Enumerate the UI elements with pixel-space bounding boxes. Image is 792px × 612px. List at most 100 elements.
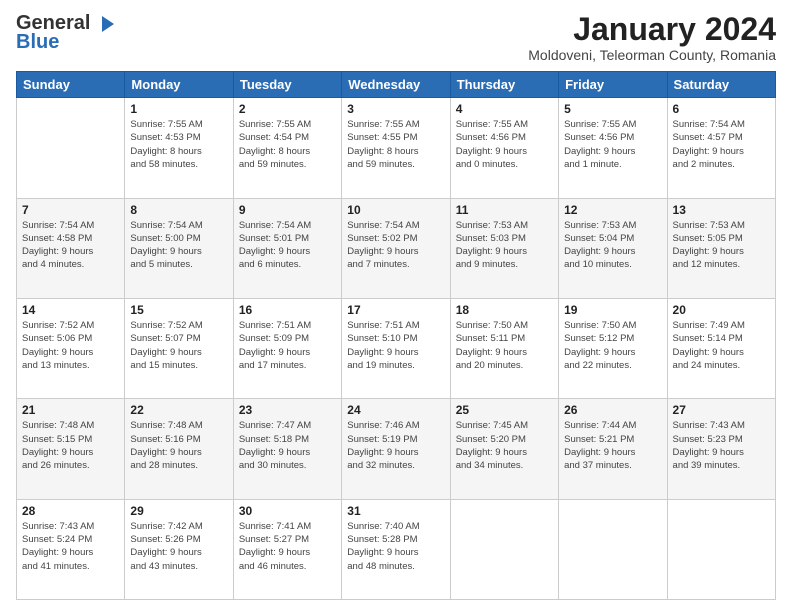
table-row: 22 Sunrise: 7:48 AM Sunset: 5:16 PM Dayli… [125, 399, 233, 499]
table-row: 11Sunrise: 7:53 AM Sunset: 5:03 PM Dayli… [450, 198, 558, 298]
day-info: Sunrise: 7:44 AM Sunset: 5:21 PM Dayligh… [564, 419, 661, 472]
calendar-week-row: 21Sunrise: 7:48 AM Sunset: 5:15 PM Dayli… [17, 399, 776, 499]
table-row: 7 Sunrise: 7:54 AM Sunset: 4:58 PM Daylig… [17, 198, 125, 298]
day-number: 26 [564, 403, 661, 417]
table-row: 29 Sunrise: 7:42 AM Sunset: 5:26 PM Dayli… [125, 499, 233, 599]
day-number: 31 [347, 504, 444, 518]
day-number: 27 [673, 403, 770, 417]
day-number: 9 [239, 203, 336, 217]
day-number: 4 [456, 102, 553, 116]
header-sunday: Sunday [17, 72, 125, 98]
day-info: Sunrise: 7:45 AM Sunset: 5:20 PM Dayligh… [456, 419, 553, 472]
day-info: Sunrise: 7:54 AM Sunset: 5:02 PM Dayligh… [347, 219, 444, 272]
header: General Blue January 2024 Moldoveni, Tel… [16, 12, 776, 63]
day-info: Sunrise: 7:52 AM Sunset: 5:06 PM Dayligh… [22, 319, 119, 372]
table-row: 1 Sunrise: 7:55 AM Sunset: 4:53 PM Daylig… [125, 98, 233, 198]
table-row: 6Sunrise: 7:54 AM Sunset: 4:57 PM Daylig… [667, 98, 775, 198]
calendar-week-row: 1 Sunrise: 7:55 AM Sunset: 4:53 PM Daylig… [17, 98, 776, 198]
header-saturday: Saturday [667, 72, 775, 98]
day-info: Sunrise: 7:48 AM Sunset: 5:16 PM Dayligh… [130, 419, 227, 472]
calendar-week-row: 14 Sunrise: 7:52 AM Sunset: 5:06 PM Dayli… [17, 298, 776, 398]
day-number: 20 [673, 303, 770, 317]
day-info: Sunrise: 7:42 AM Sunset: 5:26 PM Dayligh… [130, 520, 227, 573]
day-info: Sunrise: 7:55 AM Sunset: 4:53 PM Dayligh… [130, 118, 227, 171]
header-wednesday: Wednesday [342, 72, 450, 98]
day-number: 1 [130, 102, 227, 116]
day-number: 7 [22, 203, 119, 217]
day-info: Sunrise: 7:43 AM Sunset: 5:24 PM Dayligh… [22, 520, 119, 573]
day-number: 18 [456, 303, 553, 317]
table-row: 15 Sunrise: 7:52 AM Sunset: 5:07 PM Dayli… [125, 298, 233, 398]
table-row: 10 Sunrise: 7:54 AM Sunset: 5:02 PM Dayli… [342, 198, 450, 298]
table-row: 24Sunrise: 7:46 AM Sunset: 5:19 PM Dayli… [342, 399, 450, 499]
table-row: 9 Sunrise: 7:54 AM Sunset: 5:01 PM Daylig… [233, 198, 341, 298]
day-info: Sunrise: 7:53 AM Sunset: 5:04 PM Dayligh… [564, 219, 661, 272]
table-row: 17 Sunrise: 7:51 AM Sunset: 5:10 PM Dayli… [342, 298, 450, 398]
day-number: 3 [347, 102, 444, 116]
table-row: 19 Sunrise: 7:50 AM Sunset: 5:12 PM Dayli… [559, 298, 667, 398]
table-row [559, 499, 667, 599]
logo: General Blue [16, 12, 114, 54]
day-info: Sunrise: 7:52 AM Sunset: 5:07 PM Dayligh… [130, 319, 227, 372]
table-row [17, 98, 125, 198]
day-number: 2 [239, 102, 336, 116]
calendar-week-row: 28 Sunrise: 7:43 AM Sunset: 5:24 PM Dayli… [17, 499, 776, 599]
table-row: 20Sunrise: 7:49 AM Sunset: 5:14 PM Dayli… [667, 298, 775, 398]
day-number: 23 [239, 403, 336, 417]
weekday-header-row: Sunday Monday Tuesday Wednesday Thursday… [17, 72, 776, 98]
day-number: 13 [673, 203, 770, 217]
table-row: 8Sunrise: 7:54 AM Sunset: 5:00 PM Daylig… [125, 198, 233, 298]
day-number: 5 [564, 102, 661, 116]
table-row: 30Sunrise: 7:41 AM Sunset: 5:27 PM Dayli… [233, 499, 341, 599]
table-row: 13 Sunrise: 7:53 AM Sunset: 5:05 PM Dayli… [667, 198, 775, 298]
logo-icon [92, 16, 114, 32]
day-number: 28 [22, 504, 119, 518]
day-info: Sunrise: 7:53 AM Sunset: 5:05 PM Dayligh… [673, 219, 770, 272]
table-row: 21Sunrise: 7:48 AM Sunset: 5:15 PM Dayli… [17, 399, 125, 499]
day-info: Sunrise: 7:54 AM Sunset: 5:01 PM Dayligh… [239, 219, 336, 272]
header-thursday: Thursday [450, 72, 558, 98]
table-row: 18 Sunrise: 7:50 AM Sunset: 5:11 PM Dayli… [450, 298, 558, 398]
day-number: 12 [564, 203, 661, 217]
day-info: Sunrise: 7:53 AM Sunset: 5:03 PM Dayligh… [456, 219, 553, 272]
day-info: Sunrise: 7:55 AM Sunset: 4:56 PM Dayligh… [456, 118, 553, 171]
table-row: 14 Sunrise: 7:52 AM Sunset: 5:06 PM Dayli… [17, 298, 125, 398]
day-info: Sunrise: 7:55 AM Sunset: 4:55 PM Dayligh… [347, 118, 444, 171]
table-row: 23 Sunrise: 7:47 AM Sunset: 5:18 PM Dayli… [233, 399, 341, 499]
day-number: 14 [22, 303, 119, 317]
day-number: 15 [130, 303, 227, 317]
table-row: 27Sunrise: 7:43 AM Sunset: 5:23 PM Dayli… [667, 399, 775, 499]
day-info: Sunrise: 7:54 AM Sunset: 5:00 PM Dayligh… [130, 219, 227, 272]
table-row: 31 Sunrise: 7:40 AM Sunset: 5:28 PM Dayli… [342, 499, 450, 599]
day-number: 29 [130, 504, 227, 518]
day-info: Sunrise: 7:46 AM Sunset: 5:19 PM Dayligh… [347, 419, 444, 472]
table-row [667, 499, 775, 599]
day-number: 22 [130, 403, 227, 417]
header-friday: Friday [559, 72, 667, 98]
day-number: 10 [347, 203, 444, 217]
day-info: Sunrise: 7:40 AM Sunset: 5:28 PM Dayligh… [347, 520, 444, 573]
page: General Blue January 2024 Moldoveni, Tel… [0, 0, 792, 612]
day-info: Sunrise: 7:51 AM Sunset: 5:10 PM Dayligh… [347, 319, 444, 372]
day-number: 17 [347, 303, 444, 317]
day-info: Sunrise: 7:54 AM Sunset: 4:58 PM Dayligh… [22, 219, 119, 272]
day-info: Sunrise: 7:55 AM Sunset: 4:56 PM Dayligh… [564, 118, 661, 171]
table-row: 25Sunrise: 7:45 AM Sunset: 5:20 PM Dayli… [450, 399, 558, 499]
table-row: 4 Sunrise: 7:55 AM Sunset: 4:56 PM Daylig… [450, 98, 558, 198]
table-row: 2 Sunrise: 7:55 AM Sunset: 4:54 PM Daylig… [233, 98, 341, 198]
month-title: January 2024 [528, 12, 776, 47]
table-row: 12 Sunrise: 7:53 AM Sunset: 5:04 PM Dayli… [559, 198, 667, 298]
table-row [450, 499, 558, 599]
day-info: Sunrise: 7:50 AM Sunset: 5:12 PM Dayligh… [564, 319, 661, 372]
day-number: 16 [239, 303, 336, 317]
table-row: 26 Sunrise: 7:44 AM Sunset: 5:21 PM Dayli… [559, 399, 667, 499]
day-info: Sunrise: 7:55 AM Sunset: 4:54 PM Dayligh… [239, 118, 336, 171]
day-number: 19 [564, 303, 661, 317]
day-info: Sunrise: 7:47 AM Sunset: 5:18 PM Dayligh… [239, 419, 336, 472]
calendar-table: Sunday Monday Tuesday Wednesday Thursday… [16, 71, 776, 600]
table-row: 16Sunrise: 7:51 AM Sunset: 5:09 PM Dayli… [233, 298, 341, 398]
header-monday: Monday [125, 72, 233, 98]
day-info: Sunrise: 7:50 AM Sunset: 5:11 PM Dayligh… [456, 319, 553, 372]
location: Moldoveni, Teleorman County, Romania [528, 47, 776, 63]
table-row: 5 Sunrise: 7:55 AM Sunset: 4:56 PM Daylig… [559, 98, 667, 198]
